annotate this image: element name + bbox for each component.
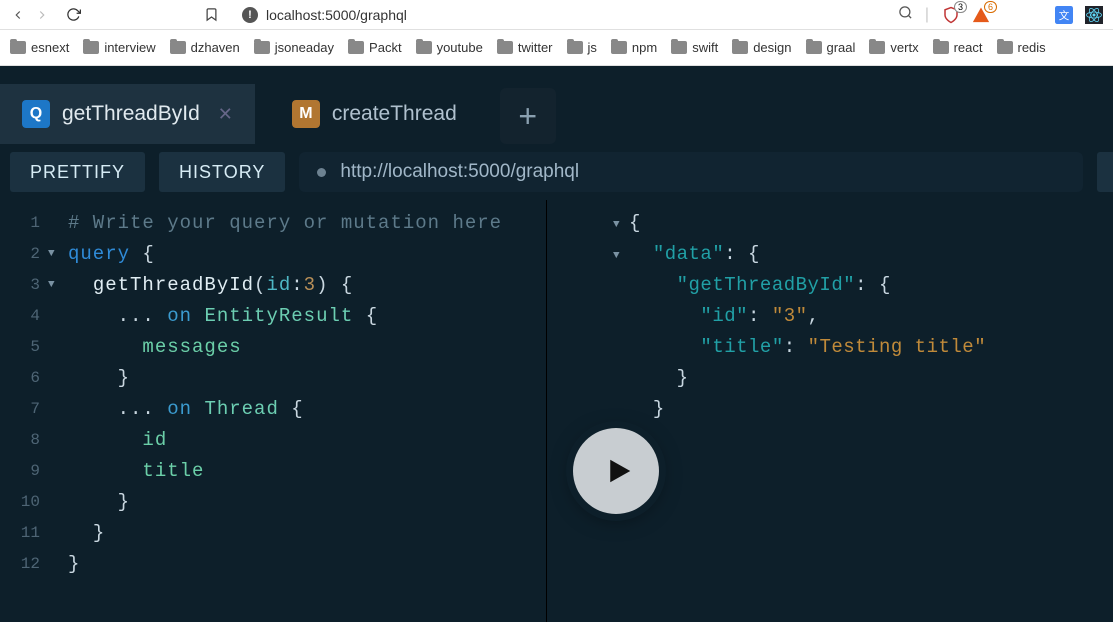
- folder-icon: [671, 41, 687, 54]
- bookmark-folder[interactable]: twitter: [497, 40, 553, 55]
- bookmark-folder[interactable]: Packt: [348, 40, 402, 55]
- separator: |: [925, 6, 929, 24]
- tab-label: createThread: [332, 102, 457, 126]
- folder-icon: [933, 41, 949, 54]
- tab-label: getThreadById: [62, 102, 200, 126]
- folder-icon: [497, 41, 513, 54]
- response-fold-gutter: ▼▼: [613, 208, 629, 622]
- triangle-extension-icon[interactable]: 6: [971, 5, 991, 25]
- back-button[interactable]: [10, 7, 26, 23]
- tab-mutation[interactable]: M createThread: [270, 84, 479, 144]
- bookmark-folder[interactable]: esnext: [10, 40, 69, 55]
- prettify-button[interactable]: PRETTIFY: [10, 152, 145, 192]
- forward-button[interactable]: [34, 7, 50, 23]
- extension-icons: 3 6: [941, 5, 991, 25]
- folder-icon: [997, 41, 1013, 54]
- svg-text:文: 文: [1059, 8, 1070, 21]
- folder-icon: [869, 41, 885, 54]
- endpoint-input[interactable]: http://localhost:5000/graphql: [299, 152, 1083, 192]
- bookmark-folder[interactable]: youtube: [416, 40, 483, 55]
- graphql-playground: Q getThreadById ✕ M createThread + PRETT…: [0, 66, 1113, 622]
- bookmark-icon[interactable]: [204, 7, 220, 23]
- browser-toolbar: ! localhost:5000/graphql | 3 6 文: [0, 0, 1113, 30]
- endpoint-url: http://localhost:5000/graphql: [340, 161, 579, 183]
- playground-toolbar: PRETTIFY HISTORY http://localhost:5000/g…: [0, 144, 1113, 200]
- tabs-row: Q getThreadById ✕ M createThread +: [0, 66, 1113, 144]
- editor-area: 123456789101112 ▼▼ # Write your query or…: [0, 200, 1113, 622]
- bookmark-folder[interactable]: swift: [671, 40, 718, 55]
- reload-button[interactable]: [66, 7, 82, 23]
- history-button[interactable]: HISTORY: [159, 152, 285, 192]
- bookmark-folder[interactable]: react: [933, 40, 983, 55]
- bookmark-folder[interactable]: npm: [611, 40, 657, 55]
- status-dot-icon: [317, 168, 326, 177]
- bookmark-folder[interactable]: redis: [997, 40, 1046, 55]
- folder-icon: [732, 41, 748, 54]
- bookmark-folder[interactable]: js: [567, 40, 597, 55]
- mutation-badge-icon: M: [292, 100, 320, 128]
- bookmark-folder[interactable]: dzhaven: [170, 40, 240, 55]
- site-info-icon[interactable]: !: [242, 7, 258, 23]
- folder-icon: [611, 41, 627, 54]
- bookmark-folder[interactable]: vertx: [869, 40, 918, 55]
- translate-extension-icon[interactable]: 文: [1055, 6, 1073, 24]
- bookmark-folder[interactable]: interview: [83, 40, 155, 55]
- zoom-icon[interactable]: [898, 5, 913, 25]
- bookmark-folder[interactable]: design: [732, 40, 791, 55]
- folder-icon: [83, 41, 99, 54]
- response-pane: ▼▼ { "data": { "getThreadById": { "id": …: [547, 200, 1113, 622]
- line-gutter: 123456789101112: [0, 200, 48, 622]
- query-badge-icon: Q: [22, 100, 50, 128]
- folder-icon: [254, 41, 270, 54]
- folder-icon: [416, 41, 432, 54]
- bookmark-folder[interactable]: jsoneaday: [254, 40, 334, 55]
- folder-icon: [10, 41, 26, 54]
- url-bar[interactable]: ! localhost:5000/graphql: [232, 3, 880, 27]
- execute-button[interactable]: [573, 428, 659, 514]
- close-tab-button[interactable]: ✕: [218, 104, 233, 125]
- folder-icon: [806, 41, 822, 54]
- query-editor[interactable]: 123456789101112 ▼▼ # Write your query or…: [0, 200, 546, 622]
- react-devtools-icon[interactable]: [1085, 6, 1103, 24]
- add-tab-button[interactable]: +: [500, 88, 556, 144]
- query-code[interactable]: # Write your query or mutation here quer…: [64, 200, 502, 622]
- folder-icon: [567, 41, 583, 54]
- url-text: localhost:5000/graphql: [266, 7, 407, 23]
- fold-gutter: ▼▼: [48, 200, 64, 622]
- response-json: { "data": { "getThreadById": { "id": "3"…: [629, 208, 986, 622]
- triangle-badge: 6: [984, 1, 997, 13]
- shield-extension-icon[interactable]: 3: [941, 5, 961, 25]
- bookmarks-bar: esnext interview dzhaven jsoneaday Packt…: [0, 30, 1113, 66]
- folder-icon: [170, 41, 186, 54]
- shield-badge: 3: [954, 1, 967, 13]
- schema-drawer-handle[interactable]: [1097, 152, 1113, 192]
- folder-icon: [348, 41, 364, 54]
- tab-query[interactable]: Q getThreadById ✕: [0, 84, 255, 144]
- bookmark-folder[interactable]: graal: [806, 40, 856, 55]
